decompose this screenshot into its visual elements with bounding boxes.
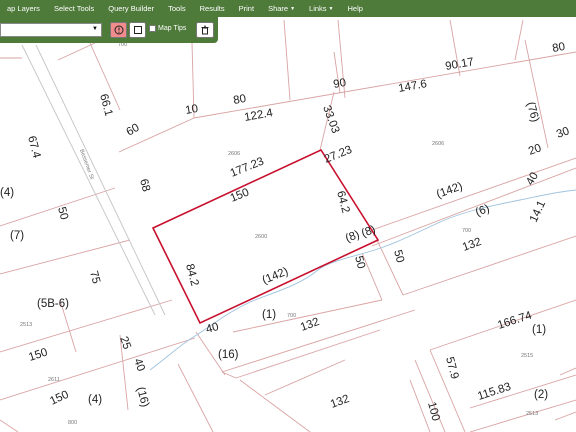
map-tips-label: Map Tips	[158, 25, 187, 32]
dim-label: (8)	[360, 224, 377, 240]
parcel-number: 2600	[255, 234, 267, 240]
caret-down-icon: ▼	[328, 5, 334, 12]
dim-label: 132	[299, 316, 321, 334]
dim-label: 67.4	[25, 135, 43, 160]
menu-print[interactable]: Print	[232, 4, 261, 13]
map-tips-toggle[interactable]: Map Tips	[149, 25, 186, 32]
parcel-number: 2513	[20, 322, 32, 328]
clear-button[interactable]	[196, 22, 214, 38]
menu-share[interactable]: Share ▼	[261, 4, 302, 13]
dim-label: 40	[205, 321, 220, 336]
dim-label: 20	[527, 142, 543, 158]
dim-label: (6)	[474, 203, 491, 219]
menu-tools[interactable]: Tools	[161, 4, 193, 13]
dim-label: 66.1	[97, 93, 114, 118]
dim-label: 150	[48, 389, 70, 408]
caret-down-icon: ▼	[290, 5, 296, 12]
parcel-number: 2611	[48, 377, 60, 383]
dim-label: (16)	[218, 349, 239, 361]
parcel-number: 700	[462, 228, 471, 234]
trash-icon	[201, 25, 209, 35]
identify-button[interactable]	[110, 22, 127, 38]
parcel-lines	[0, 19, 576, 432]
dim-label: (4)	[88, 394, 102, 406]
dim-label: (5B-6)	[37, 298, 69, 310]
dim-label: 90	[332, 77, 347, 91]
dim-label: (142)	[435, 180, 464, 201]
dim-label: 177.23	[229, 155, 266, 179]
dim-label: 68	[137, 178, 152, 193]
parcel-number: 2513	[526, 411, 538, 417]
dim-label: 132	[329, 393, 351, 411]
menu-help[interactable]: Help	[341, 4, 370, 13]
dim-label: (16)	[134, 386, 151, 409]
dim-label: (1)	[262, 309, 276, 321]
dropdown-arrow-icon: ▼	[92, 26, 98, 32]
dim-label: 25	[117, 335, 133, 351]
dim-label: 166.74	[496, 309, 534, 331]
parcel-map[interactable]: Bessemer St 66.1 60 10 80 122.4 90 33.03…	[0, 0, 576, 432]
dim-label: 100	[425, 401, 442, 423]
dim-label: 27.23	[323, 144, 354, 166]
menu-select-tools[interactable]: Select Tools	[47, 4, 101, 13]
dim-label: 75	[87, 270, 102, 285]
dim-label: (2)	[534, 389, 548, 401]
dim-label: 147.6	[397, 78, 427, 95]
number-labels: 700 2606 2606 2600 700 700 2513 2515 261…	[20, 42, 538, 426]
dim-label: 40	[131, 357, 147, 373]
dim-label: 50	[352, 255, 367, 270]
dim-label: 30	[555, 125, 571, 141]
select-rectangle-button[interactable]	[129, 22, 146, 38]
parcel-number: 700	[287, 313, 296, 319]
dim-label: 80	[232, 93, 247, 107]
menu-query-builder[interactable]: Query Builder	[101, 4, 161, 13]
top-menu-bar: ap Layers Select Tools Query Builder Too…	[0, 0, 576, 17]
dim-label: (8)	[344, 229, 361, 245]
dim-label: 60	[125, 122, 142, 139]
dim-label: 57.9	[443, 356, 460, 381]
dim-label: (7)	[10, 230, 24, 242]
menu-map-layers[interactable]: ap Layers	[0, 4, 47, 13]
parcel-number: 800	[68, 420, 77, 426]
dim-label: 132	[461, 236, 483, 254]
dim-label: 50	[55, 206, 70, 221]
dim-label: 150	[229, 186, 251, 204]
menu-links[interactable]: Links ▼	[302, 4, 340, 13]
dim-label: 122.4	[243, 107, 274, 124]
square-icon	[133, 26, 142, 34]
dim-label: 80	[551, 41, 566, 55]
dim-label: 150	[27, 347, 49, 364]
dimension-labels: 66.1 60 10 80 122.4 90 33.03 90.17 147.6…	[0, 41, 571, 422]
dim-label: 50	[391, 249, 406, 264]
dim-label: (1)	[532, 324, 546, 336]
menu-results[interactable]: Results	[193, 4, 232, 13]
dim-label: (4)	[0, 187, 14, 199]
layer-select[interactable]: ▼	[0, 23, 102, 37]
parcel-number: 2515	[521, 353, 533, 359]
dim-label: 14.1	[528, 199, 548, 224]
parcel-number: 2606	[432, 141, 444, 147]
dim-label: 115.83	[476, 381, 512, 403]
parcel-number: 2606	[228, 151, 240, 157]
info-icon	[114, 25, 123, 35]
dim-label: 40	[524, 170, 541, 187]
dim-label: 10	[184, 103, 199, 117]
dim-label: 33.03	[320, 104, 341, 135]
dim-label: 84.2	[183, 263, 200, 288]
map-tips-checkbox[interactable]	[149, 25, 156, 32]
